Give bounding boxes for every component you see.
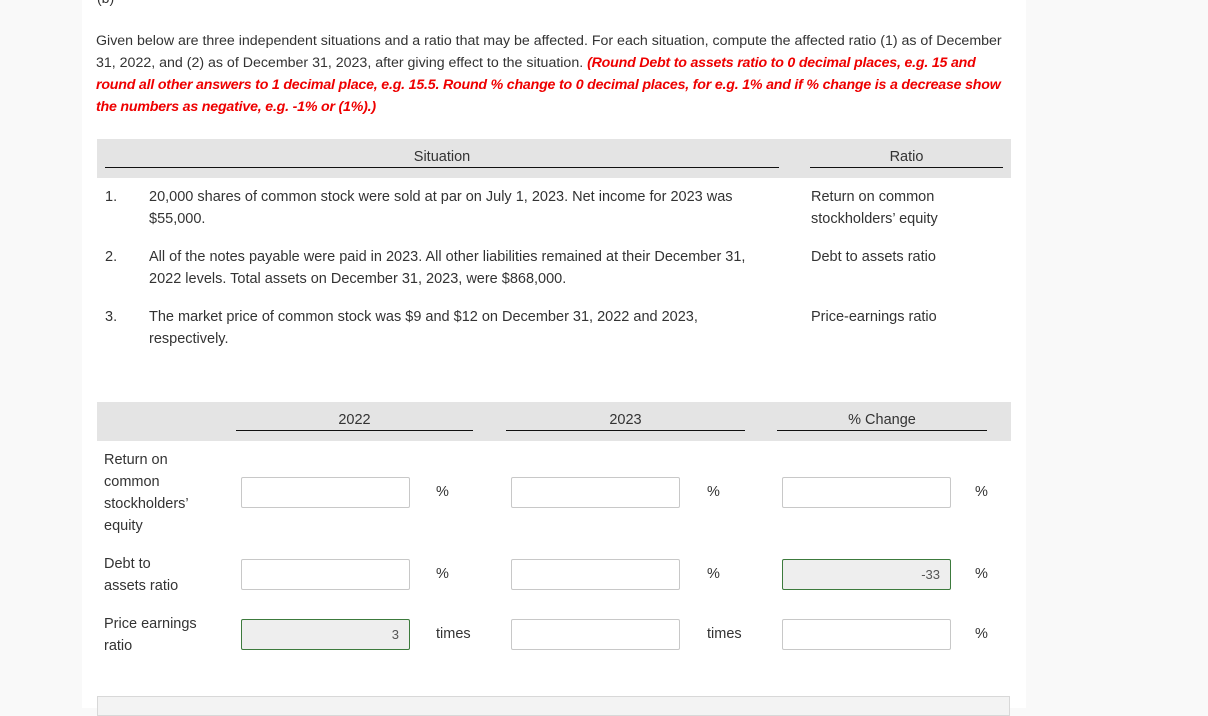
header-2023: 2023 — [506, 412, 745, 431]
unit-label: % — [436, 484, 449, 500]
pe-change-input[interactable] — [782, 619, 951, 650]
situation-text: The market price of common stock was $9 … — [149, 309, 698, 347]
situation-number: 3. — [105, 309, 118, 325]
situation-table-header: Situation Ratio — [97, 139, 1011, 178]
unit-label: times — [707, 626, 742, 642]
next-section-box — [97, 696, 1010, 716]
situation-number: 2. — [105, 249, 118, 265]
row-label: Price earnings ratio — [104, 616, 197, 654]
situation-text: All of the notes payable were paid in 20… — [149, 249, 746, 287]
answer-table-header: 2022 2023 % Change — [97, 402, 1011, 441]
answer-table: 2022 2023 % Change Return on common stoc… — [97, 402, 1011, 654]
roe-2023-input[interactable] — [511, 477, 680, 508]
row-label: Debt to assets ratio — [104, 556, 179, 594]
unit-label: % — [707, 484, 720, 500]
situation-number: 1. — [105, 189, 118, 205]
debt-assets-change-input[interactable] — [782, 559, 951, 590]
unit-label: % — [707, 566, 720, 582]
situation-ratio: Return on common stockholders’ equity — [811, 189, 938, 227]
header-situation: Situation — [105, 149, 779, 168]
situation-ratio: Price-earnings ratio — [811, 309, 937, 325]
unit-label: % — [975, 626, 988, 642]
header-2022: 2022 — [236, 412, 473, 431]
unit-label: % — [975, 566, 988, 582]
roe-change-input[interactable] — [782, 477, 951, 508]
header-ratio: Ratio — [810, 149, 1003, 168]
unit-label: % — [975, 484, 988, 500]
unit-label: times — [436, 626, 471, 642]
roe-2022-input[interactable] — [241, 477, 410, 508]
debt-assets-2022-input[interactable] — [241, 559, 410, 590]
situation-text: 20,000 shares of common stock were sold … — [149, 189, 733, 227]
unit-label: % — [436, 566, 449, 582]
part-label: (b) — [97, 0, 114, 6]
header-percent-change: % Change — [777, 412, 987, 431]
situation-table: Situation Ratio 1. 20,000 shares of comm… — [97, 139, 1011, 347]
pe-2023-input[interactable] — [511, 619, 680, 650]
question-panel: (b) Given below are three independent si… — [82, 0, 1026, 716]
pe-2022-input[interactable] — [241, 619, 410, 650]
question-intro: Given below are three independent situat… — [96, 30, 1011, 118]
debt-assets-2023-input[interactable] — [511, 559, 680, 590]
situation-ratio: Debt to assets ratio — [811, 249, 936, 265]
row-label: Return on common stockholders’ equity — [104, 452, 189, 534]
